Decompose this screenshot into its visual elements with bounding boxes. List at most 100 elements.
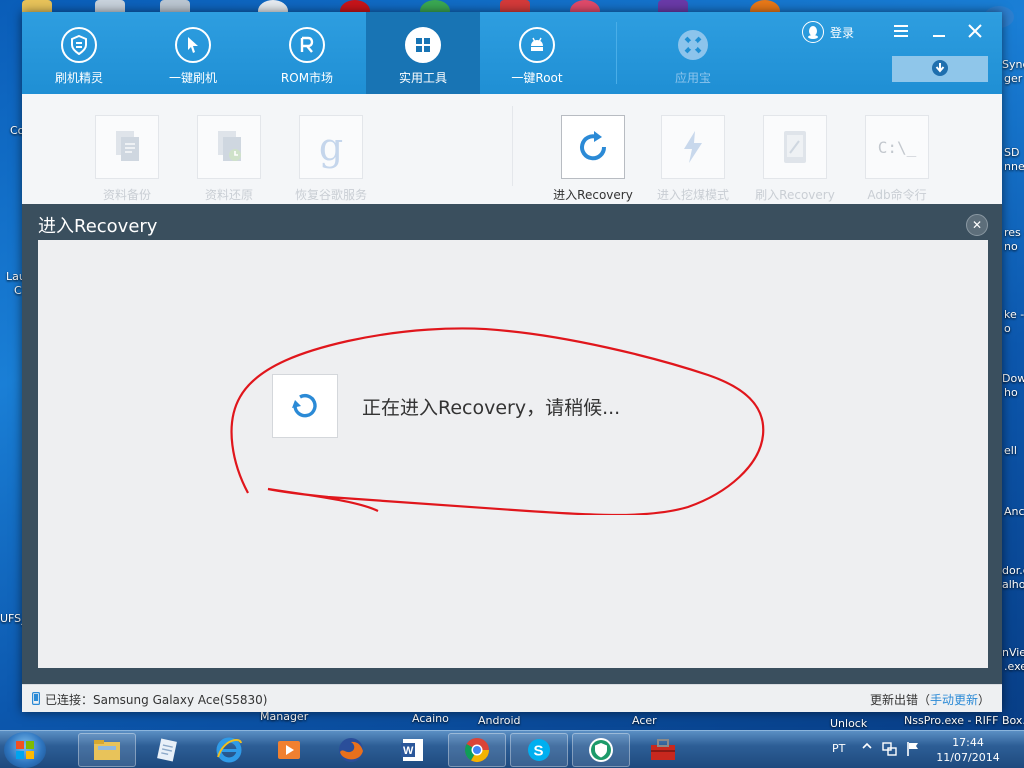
red-circle-annotation [230,327,765,515]
login-button[interactable]: 登录 [802,21,854,43]
network-icon[interactable] [882,741,898,760]
windows-logo-icon [16,741,34,759]
desktop-label-fragment: nVie [1002,646,1024,659]
connection-status: 已连接： Samsung Galaxy Ace(S5830) [32,691,267,708]
tool-data-restore[interactable]: 资料还原 [184,115,274,203]
manual-update-link[interactable]: 手动更新 [930,693,978,707]
file-explorer-icon[interactable] [78,733,136,767]
tool-label: 资料还原 [204,188,253,202]
nav-label: 一键Root [511,71,563,85]
refresh-icon [561,115,625,179]
show-hidden-icons-icon[interactable] [862,741,872,754]
tool-flash-recovery[interactable]: 刷入Recovery [750,115,840,203]
rom-r-icon [289,27,325,63]
skype-icon[interactable]: S [510,733,568,767]
recovery-dialog: 进入Recovery ✕ 正在进入Recovery，请稍候... [22,204,1002,684]
clock[interactable]: 17:44 11/07/2014 [928,735,1008,765]
dialog-body: 正在进入Recovery，请稍候... [38,240,988,668]
dialog-close-icon[interactable]: ✕ [966,214,988,236]
nav-divider [616,22,617,84]
status-bar: 已连接： Samsung Galaxy Ace(S5830) 更新出错（手动更新… [22,684,1002,712]
tool-restore-google[interactable]: g 恢复谷歌服务 [286,115,376,203]
nav-shuajijingling[interactable]: 刷机精灵 [22,12,136,94]
word-icon[interactable]: W [384,733,442,767]
language-indicator[interactable]: PT [832,742,845,755]
download-button[interactable] [892,56,988,82]
cursor-arrow-icon [175,27,211,63]
nav-utilities[interactable]: 实用工具 [366,12,480,94]
tool-adb-command[interactable]: C:\_ Adb命令行 [852,115,942,203]
desktop-label-fragment: Sync [1002,58,1024,71]
desktop-label-fragment: res - [1004,226,1024,239]
chrome-icon[interactable] [448,733,506,767]
desktop-label-fragment: Acaino [412,712,449,725]
desktop-label-fragment: ger [1004,72,1023,85]
nav-label: ROM市场 [280,71,334,85]
nav-one-click-root[interactable]: 一键Root [480,12,594,94]
nav-rom-market[interactable]: ROM市场 [250,12,364,94]
toolbox-icon[interactable] [634,733,692,767]
grid-icon [405,27,441,63]
lightning-icon [661,115,725,179]
update-error-text: 更新出错（ [869,693,930,707]
minimize-icon[interactable] [928,20,950,42]
desktop-label-fragment: ho [1004,386,1018,399]
desktop-label-fragment: Acer [632,714,657,727]
shuajijingling-icon[interactable] [572,733,630,767]
desktop-label-fragment: Anc [1004,505,1024,518]
nav-app-store[interactable]: 应用宝 [636,12,750,94]
dialog-title: 进入Recovery [38,216,158,237]
download-arrow-icon [931,59,949,80]
ie-icon[interactable] [200,733,258,767]
android-icon [519,27,555,63]
tool-data-backup[interactable]: 资料备份 [82,115,172,203]
tool-label: Adb命令行 [867,188,927,202]
desktop-label-fragment: Android [478,714,521,727]
connected-prefix: 已连接： [45,693,94,707]
shuajijingling-window: 刷机精灵 一键刷机 ROM市场 实用工具 一键Root 应用宝 登录 资料备份 … [22,12,1002,712]
desktop-label-fragment: .exe [1004,660,1024,673]
tools-divider [512,106,513,186]
tool-download-mode[interactable]: 进入挖煤模式 [648,115,738,203]
document-backup-icon [95,115,159,179]
nav-label: 刷机精灵 [54,71,103,85]
shield-icon [61,27,97,63]
desktop-label-fragment: Down [1002,372,1024,385]
tool-enter-recovery[interactable]: 进入Recovery [548,115,638,203]
nav-label: 实用工具 [398,71,447,85]
top-navigation-bar: 刷机精灵 一键刷机 ROM市场 实用工具 一键Root 应用宝 登录 [22,12,1002,94]
desktop-label-fragment: NssPro.exe - RIFF Box... [904,714,1024,727]
update-status: 更新出错（手动更新） [870,691,990,708]
tool-label: 资料备份 [102,188,151,202]
phone-edit-icon [763,115,827,179]
desktop-label-fragment: nnec [1004,160,1024,173]
tool-label: 进入Recovery [553,188,633,202]
desktop-label-fragment: Unlock [830,717,868,730]
menu-icon[interactable] [890,20,912,42]
nav-label: 应用宝 [674,71,711,85]
login-label: 登录 [830,25,855,40]
tool-label: 刷入Recovery [755,188,835,202]
firefox-icon[interactable] [322,733,380,767]
action-center-flag-icon[interactable] [906,741,920,760]
device-name: Samsung Galaxy Ace(S5830) [93,692,268,707]
utilities-toolbar: 资料备份 资料还原 g 恢复谷歌服务 进入Recovery 进入挖煤模式 刷入R… [22,94,1002,204]
start-button[interactable] [4,732,46,768]
svg-text:W: W [403,745,414,757]
windows-taskbar: W S PT 17:44 11/07/2014 [0,730,1024,768]
media-player-icon[interactable] [260,733,318,767]
nav-one-click-flash[interactable]: 一键刷机 [136,12,250,94]
desktop-label-fragment: SD [1004,146,1020,159]
google-g-icon: g [299,115,363,179]
desktop-label-fragment: o [1004,322,1011,335]
tool-label: 进入挖煤模式 [656,188,729,202]
notepad-icon[interactable] [138,733,196,767]
qq-penguin-icon [802,21,824,43]
desktop-label-fragment: alho [1002,578,1024,591]
phone-icon [32,691,41,708]
desktop-label-fragment: ell [1004,444,1017,457]
desktop-label-fragment: C [14,284,22,297]
close-icon[interactable] [964,20,986,42]
nav-label: 一键刷机 [168,71,217,85]
desktop-label-fragment: dor.c [1002,564,1024,577]
